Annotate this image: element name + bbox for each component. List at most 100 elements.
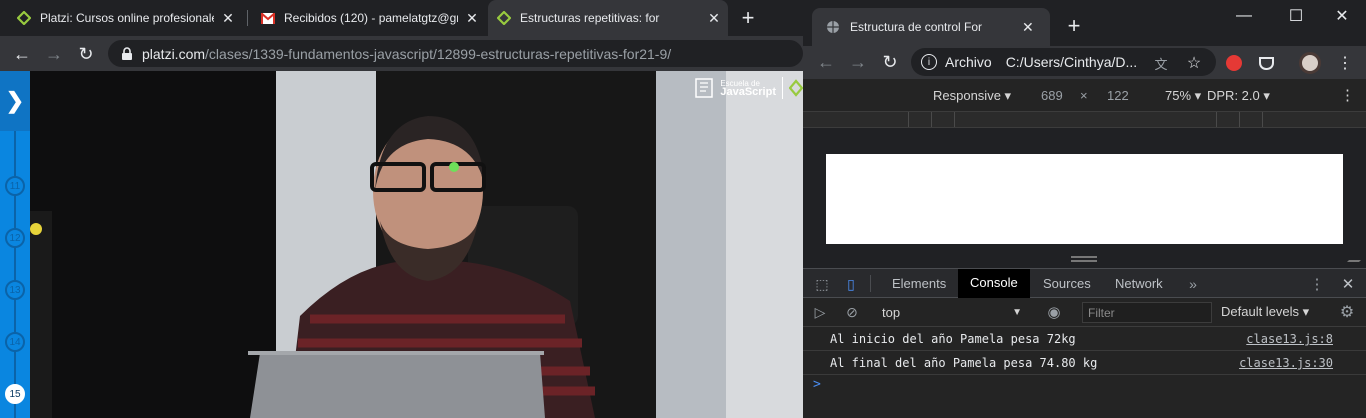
back-arrow-icon[interactable]: ← (814, 50, 838, 74)
school-logo: Escuela de JavaScript (694, 77, 803, 99)
title-bar: Estructura de control For ✕ + — ☐ ✕ (803, 0, 1366, 46)
adblock-extension-icon[interactable] (1223, 52, 1245, 74)
log-message: Al final del año Pamela pesa 74.80 kg (830, 356, 1098, 370)
context-label: top (882, 305, 901, 320)
address-bar[interactable]: platzi.com /clases/1339-fundamentos-java… (108, 40, 803, 67)
more-tabs-chevron-icon[interactable]: » (1183, 274, 1203, 294)
console-toolbar: ▷ ⊘ top ▼ ◉ Filter Default levels ▾ ⚙ (803, 298, 1366, 327)
tab-estructura-de-control-for[interactable]: Estructura de control For ✕ (812, 8, 1050, 46)
menu-kebab-icon[interactable]: ⋮ (1334, 52, 1356, 74)
tab-estructuras-repetitivas[interactable]: Estructuras repetitivas: for ✕ (488, 0, 728, 36)
platzi-icon (496, 10, 512, 26)
translate-icon[interactable]: 文 (1150, 52, 1172, 74)
reload-icon[interactable]: ↻ (74, 42, 98, 66)
video-frame-image (30, 71, 803, 418)
tab-separator (247, 10, 248, 26)
dimension-separator: × (1080, 88, 1088, 103)
console-prompt[interactable]: > (813, 377, 821, 392)
chapter-14[interactable]: 14 (5, 332, 25, 352)
device-menu-kebab-icon[interactable]: ⋮ (1340, 86, 1355, 104)
platzi-icon (16, 10, 32, 26)
back-arrow-icon[interactable]: ← (10, 42, 34, 66)
tab-elements[interactable]: Elements (880, 269, 958, 298)
tab-title: Recibidos (120) - pamelatgtz@gmail.com (284, 11, 458, 25)
forward-arrow-icon[interactable]: → (42, 42, 66, 66)
new-tab-button[interactable]: + (1062, 13, 1086, 38)
rail-line (14, 131, 16, 418)
corner-resize-handle[interactable] (1347, 254, 1366, 262)
chevron-right-icon[interactable]: ❯ (0, 71, 30, 131)
dropdown-arrow-icon: ▼ (1012, 307, 1022, 318)
inspect-element-icon[interactable]: ⬚ (812, 274, 832, 294)
gmail-icon (260, 10, 276, 26)
new-tab-button[interactable]: + (736, 5, 760, 30)
url-host: platzi.com (142, 45, 206, 62)
url-scheme-label: Archivo (945, 54, 992, 70)
width-input[interactable]: 689 (1041, 88, 1063, 103)
video-player[interactable]: Escuela de JavaScript (30, 71, 803, 418)
maximize-icon[interactable]: ☐ (1284, 6, 1308, 26)
reload-icon[interactable]: ↻ (878, 50, 902, 74)
filter-input[interactable]: Filter (1082, 302, 1212, 323)
dpr-select[interactable]: DPR: 2.0 ▾ (1207, 88, 1270, 104)
device-toolbar: Responsive ▾ 689 × 122 75% ▾ DPR: 2.0 ▾ … (803, 79, 1366, 111)
school-logo-icon (695, 78, 714, 98)
browser-toolbar: ← → ↻ i Archivo C:/Users/Cinthya/D... 文 … (803, 46, 1366, 79)
avatar[interactable] (1299, 52, 1321, 74)
tab-sources[interactable]: Sources (1031, 269, 1103, 298)
viewport-resize-handle[interactable] (1071, 256, 1097, 262)
right-browser-window: Estructura de control For ✕ + — ☐ ✕ ← → … (803, 0, 1366, 418)
sidebar-toggle-icon[interactable]: ▷ (810, 302, 830, 322)
tab-network[interactable]: Network (1103, 269, 1175, 298)
url-path: /clases/1339-fundamentos-javascript/1289… (205, 45, 672, 62)
browser-toolbar: ← → ↻ platzi.com /clases/1339-fundamento… (0, 36, 803, 71)
tab-gmail[interactable]: Recibidos (120) - pamelatgtz@gmail.com ✕ (252, 0, 486, 36)
chapter-15-current[interactable]: 15 (5, 384, 25, 404)
close-icon[interactable]: ✕ (464, 10, 480, 26)
zoom-select[interactable]: 75% ▾ (1165, 88, 1201, 104)
log-source-link[interactable]: clase13.js:8 (1246, 332, 1333, 346)
close-icon[interactable]: ✕ (1022, 19, 1038, 36)
course-page: ❯ 11 12 13 14 15 Escuela de JavaScript (0, 71, 803, 418)
log-message: Al inicio del año Pamela pesa 72kg (830, 332, 1076, 346)
device-toggle-icon[interactable]: ▯ (841, 274, 861, 294)
pocket-extension-icon[interactable] (1255, 52, 1277, 74)
tab-console[interactable]: Console (958, 269, 1030, 298)
context-select[interactable]: top ▼ (878, 302, 1028, 323)
tab-platzi-cursos[interactable]: Platzi: Cursos online profesionales ✕ (8, 0, 242, 36)
tab-title: Estructuras repetitivas: for (520, 11, 660, 25)
height-input[interactable]: 122 (1107, 88, 1129, 103)
emulated-viewport (803, 128, 1366, 268)
minimize-icon[interactable]: — (1232, 6, 1256, 26)
dpr-label: DPR: 2.0 (1207, 88, 1260, 103)
chapter-13[interactable]: 13 (5, 280, 25, 300)
window-close-icon[interactable]: ✕ (1330, 6, 1354, 26)
tab-title: Estructura de control For (850, 20, 983, 34)
tab-title: Platzi: Cursos online profesionales (40, 11, 214, 25)
log-levels-select[interactable]: Default levels ▾ (1221, 304, 1309, 320)
platzi-icon (789, 79, 803, 97)
settings-gear-icon[interactable]: ⚙ (1337, 302, 1357, 322)
chapter-11[interactable]: 11 (5, 176, 25, 196)
log-levels-label: Default levels (1221, 304, 1300, 319)
devtools-menu-kebab-icon[interactable]: ⋮ (1307, 274, 1327, 294)
device-select[interactable]: Responsive ▾ (933, 88, 1011, 104)
media-query-ruler (803, 111, 1366, 128)
clear-console-icon[interactable]: ⊘ (842, 302, 862, 322)
lock-icon (122, 46, 132, 60)
left-browser-window: Platzi: Cursos online profesionales ✕ Re… (0, 0, 803, 418)
logo-divider (782, 77, 783, 99)
close-icon[interactable]: ✕ (220, 10, 236, 26)
chapter-12[interactable]: 12 (5, 228, 25, 248)
console-output: Al inicio del año Pamela pesa 72kg clase… (803, 327, 1366, 418)
close-icon[interactable]: ✕ (706, 10, 722, 26)
eye-icon[interactable]: ◉ (1044, 302, 1064, 322)
forward-arrow-icon[interactable]: → (846, 50, 870, 74)
globe-icon (827, 21, 839, 33)
console-log-row: Al inicio del año Pamela pesa 72kg clase… (803, 327, 1366, 351)
bookmark-star-icon[interactable]: ☆ (1183, 52, 1205, 74)
page-preview (826, 154, 1343, 244)
devtools-tabbar: ⬚ ▯ Elements Console Sources Network » ⋮… (803, 268, 1366, 298)
devtools-close-icon[interactable]: ✕ (1338, 274, 1358, 294)
log-source-link[interactable]: clase13.js:30 (1239, 356, 1333, 370)
